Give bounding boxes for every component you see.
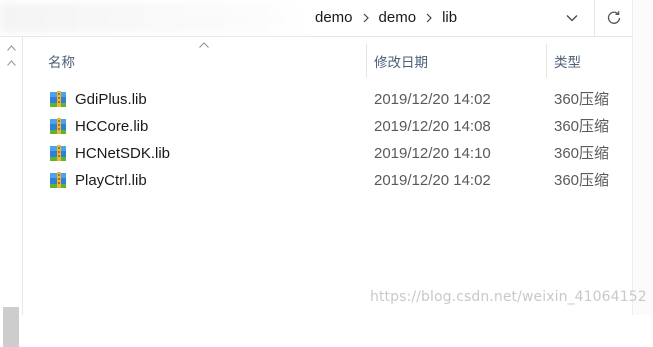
file-type: 360压缩 xyxy=(554,145,610,162)
blurred-path-segment xyxy=(0,3,308,33)
column-header-type[interactable]: 类型 xyxy=(548,44,632,78)
file-list: GdiPlus.lib 2019/12/20 14:02 360压缩 HCCor… xyxy=(40,86,632,194)
navigation-pane-scrollbar[interactable] xyxy=(0,37,23,347)
file-row[interactable]: HCCore.lib 2019/12/20 14:08 360压缩 xyxy=(40,113,632,140)
column-divider[interactable] xyxy=(366,44,367,78)
file-name: GdiPlus.lib xyxy=(75,91,147,108)
address-dropdown-button[interactable] xyxy=(560,8,584,28)
archive-file-icon xyxy=(50,145,66,161)
window-right-edge xyxy=(632,0,653,315)
file-row[interactable]: HCNetSDK.lib 2019/12/20 14:10 360压缩 xyxy=(40,140,632,167)
scroll-up-arrow-icon[interactable] xyxy=(7,45,16,51)
archive-file-icon xyxy=(50,91,66,107)
file-name: HCCore.lib xyxy=(75,118,149,135)
file-date: 2019/12/20 14:02 xyxy=(374,172,491,189)
file-row[interactable]: GdiPlus.lib 2019/12/20 14:02 360压缩 xyxy=(40,86,632,113)
chevron-down-icon xyxy=(566,15,578,22)
file-type: 360压缩 xyxy=(554,172,610,189)
breadcrumb: demo demo lib xyxy=(312,8,460,28)
file-date: 2019/12/20 14:10 xyxy=(374,145,491,162)
column-header-date-label: 修改日期 xyxy=(374,55,428,70)
file-type: 360压缩 xyxy=(554,118,610,135)
column-header-name-label: 名称 xyxy=(48,55,75,70)
file-name: HCNetSDK.lib xyxy=(75,145,171,162)
scrollbar-thumb[interactable] xyxy=(3,307,19,347)
watermark: https://blog.csdn.net/weixin_41064152 xyxy=(370,289,647,305)
archive-file-icon xyxy=(50,172,66,188)
file-name: PlayCtrl.lib xyxy=(75,172,147,189)
refresh-icon xyxy=(607,11,621,24)
chevron-right-icon[interactable] xyxy=(356,8,376,28)
column-header-date[interactable]: 修改日期 xyxy=(368,44,546,78)
breadcrumb-item-lib[interactable]: lib xyxy=(439,8,460,28)
archive-file-icon xyxy=(50,118,66,134)
file-date: 2019/12/20 14:08 xyxy=(374,118,491,135)
file-type: 360压缩 xyxy=(554,91,610,108)
refresh-button[interactable] xyxy=(594,0,633,36)
column-header-type-label: 类型 xyxy=(554,55,581,70)
file-date: 2019/12/20 14:02 xyxy=(374,91,491,108)
breadcrumb-item-demo-1[interactable]: demo xyxy=(312,8,356,28)
column-header-name[interactable]: 名称 xyxy=(42,44,366,78)
breadcrumb-item-demo-2[interactable]: demo xyxy=(376,8,420,28)
chevron-right-icon[interactable] xyxy=(419,8,439,28)
column-divider[interactable] xyxy=(546,44,547,78)
file-row[interactable]: PlayCtrl.lib 2019/12/20 14:02 360压缩 xyxy=(40,167,632,194)
scroll-up-arrow-icon[interactable] xyxy=(7,60,16,66)
address-bar[interactable]: demo demo lib xyxy=(0,0,632,37)
